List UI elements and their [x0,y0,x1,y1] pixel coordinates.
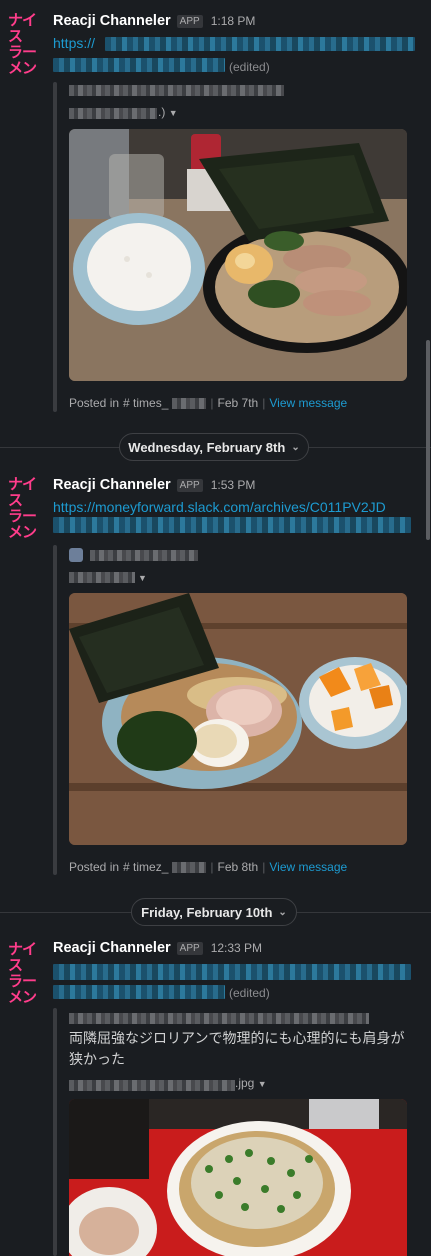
bot-avatar[interactable]: ナイス ラーメン [8,476,46,540]
channel-link[interactable]: # timez_ [123,860,168,874]
redacted-link-2[interactable] [53,985,225,999]
redacted-filename [69,1080,235,1091]
redacted-link[interactable] [53,964,411,980]
bot-avatar[interactable]: ナイス ラーメン [8,941,46,1005]
scrollbar-thumb[interactable] [426,340,430,540]
day-divider-wed[interactable]: Wednesday, February 8th ⌄ [119,433,309,461]
posted-in-line: Posted in # timez_ | Feb 8th | View mess… [69,860,348,874]
edited-label: (edited) [229,60,270,74]
quote-bar [53,1008,57,1256]
sender-name[interactable]: Reacji Channeler [53,13,171,29]
app-badge: APP [176,478,203,492]
file-ext: .jpg ▼ [235,1076,267,1090]
redacted-filename [69,108,157,119]
archive-link[interactable]: https://moneyforward.slack.com/archives/… [53,499,413,515]
channel-link[interactable]: # times_ [123,396,168,410]
sender-name[interactable]: Reacji Channeler [53,477,171,493]
redacted-link[interactable] [105,37,415,51]
archive-link[interactable]: https:// [53,35,95,51]
author-avatar [69,548,83,562]
view-message-link[interactable]: View message [269,860,347,874]
caption-tail: .) ▼ [158,105,178,119]
quoted-message-text: 両隣屈強なジロリアンで物理的にも心理的にも肩身が狭かった [69,1031,405,1068]
posted-in-line: Posted in # times_ | Feb 7th | View mess… [69,396,348,410]
edited-label: (edited) [229,986,270,1000]
quote-bar [53,82,57,412]
redacted-author [90,550,198,561]
redacted-channel [172,861,207,873]
posted-date[interactable]: Feb 7th [218,396,259,410]
redacted-link-2[interactable] [53,517,411,533]
ramen-photo[interactable] [69,129,407,381]
chevron-down-icon: ⌄ [278,906,287,918]
caret-down-icon[interactable]: ▼ [169,108,178,118]
timestamp[interactable]: 12:33 PM [211,941,262,955]
message-header: Reacji Channeler APP 1:53 PM [53,475,255,495]
timestamp[interactable]: 1:53 PM [211,478,256,492]
day-divider-fri[interactable]: Friday, February 10th ⌄ [131,898,297,926]
redacted-link-2[interactable] [53,58,225,72]
chevron-down-icon: ⌄ [291,441,300,453]
redacted-channel [172,397,207,409]
ramen-photo[interactable] [69,1099,407,1256]
view-message-link[interactable]: View message [269,396,347,410]
app-badge: APP [176,941,203,955]
posted-date[interactable]: Feb 8th [218,860,259,874]
redacted-author [69,1013,369,1024]
app-badge: APP [176,14,203,28]
quote-bar [53,545,57,875]
message-header: Reacji Channeler APP 1:18 PM [53,11,255,31]
caret-down-icon[interactable]: ▼ [258,1079,267,1089]
redacted-filename [69,572,135,583]
sender-name[interactable]: Reacji Channeler [53,940,171,956]
message-header: Reacji Channeler APP 12:33 PM [53,938,262,958]
bot-avatar[interactable]: ナイス ラーメン [8,12,46,76]
redacted-author [69,85,284,96]
caret-down-icon[interactable]: ▼ [138,573,147,583]
timestamp[interactable]: 1:18 PM [211,14,256,28]
ramen-photo[interactable] [69,593,407,845]
